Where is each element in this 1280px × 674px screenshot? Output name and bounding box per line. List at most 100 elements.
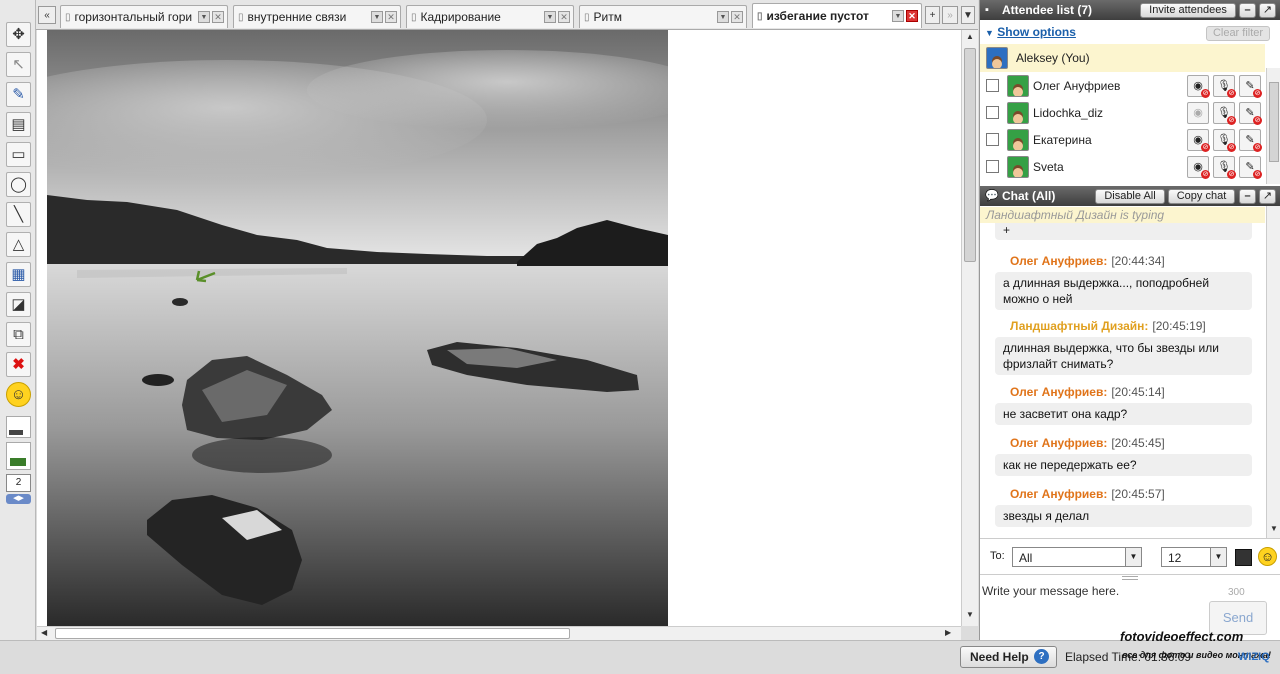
scroll-right-icon[interactable]: ▶ [945,628,955,639]
microphone-icon[interactable]: 🎙 ⊘ [1213,74,1236,98]
tab-close-icon[interactable]: ✕ [558,11,570,23]
resize-grip-icon[interactable] [1122,576,1138,580]
status-bar: Need Help ? Elapsed Time: 01:36:09 fotov… [0,629,1280,674]
webcam-icon[interactable]: ◉ ⊘ [1187,74,1210,98]
tab-5-active[interactable]: ▯ избегание пустот ▼ ✕ [752,3,922,28]
canvas-vertical-scrollbar[interactable]: ▲ ▼ [961,30,978,626]
add-tab-button[interactable]: + [925,6,940,24]
attendee-scrollbar[interactable] [1266,68,1280,184]
attendee-panel: ▪ Attendee list (7) Invite attendees – ↗… [979,0,1280,186]
tab-close-icon[interactable]: ✕ [731,11,743,23]
attendee-row: Екатерина ◉ ⊘ 🎙 ⊘ ✎ ⊘ [980,126,1265,153]
attendee-checkbox[interactable] [986,79,999,92]
popout-icon[interactable]: ↗ [1259,3,1276,18]
pencil-tool-icon[interactable]: ✎ [6,82,31,107]
webcam-icon[interactable]: ◉ ⊘ [1187,128,1210,152]
invite-attendees-button[interactable]: Invite attendees [1140,3,1236,18]
tab-menu-icon[interactable]: ▼ [198,11,210,23]
tab-menu-icon[interactable]: ▼ [717,11,729,23]
microphone-icon[interactable]: 🎙 ⊘ [1213,155,1236,179]
tab-1[interactable]: ▯ горизонтальный гори ▼ ✕ [60,5,228,28]
tab-close-icon[interactable]: ✕ [212,11,224,23]
tab-2[interactable]: ▯ внутренние связи ▼ ✕ [233,5,401,28]
smiley-tool-icon[interactable]: ☺ [6,382,31,407]
move-tool-icon[interactable]: ✥ [6,22,31,47]
tab-menu-icon[interactable]: ▼ [371,11,383,23]
tab-close-icon[interactable]: ✕ [385,11,397,23]
message-time: [20:45:57] [1111,487,1165,501]
chat-panel: 💬 Chat (All) Disable All Copy chat – ↗ Л… [979,186,1280,640]
fill-color-icon[interactable] [6,416,31,438]
minimize-icon[interactable]: – [1239,3,1256,18]
tabs-list-button[interactable]: ▼ [961,6,975,24]
tab-4[interactable]: ▯ Ритм ▼ ✕ [579,5,747,28]
message-sender: Ландшафтный Дизайн: [1010,319,1149,333]
whiteboard-pen-icon[interactable]: ✎ ⊘ [1239,101,1262,125]
attendee-checkbox[interactable] [986,106,999,119]
scroll-down-icon[interactable]: ▼ [964,610,976,622]
line-width-value[interactable]: 2 [6,474,31,492]
tab-close-icon[interactable]: ✕ [906,10,918,22]
delete-tool-icon[interactable]: ✖ [6,352,31,377]
emoji-icon[interactable]: ☺ [1258,547,1277,566]
line-width-stepper[interactable]: ◀▶ [6,494,31,504]
stroke-color-icon[interactable] [6,442,31,470]
copy-chat-button[interactable]: Copy chat [1168,189,1235,204]
tabs-scroll-left-button[interactable]: « [38,6,56,24]
whiteboard-pen-icon[interactable]: ✎ ⊘ [1239,128,1262,152]
chat-title: Chat (All) [1002,189,1056,203]
attendee-checkbox[interactable] [986,160,999,173]
clear-filter-button[interactable]: Clear filter [1206,26,1270,41]
scroll-thumb-horizontal[interactable] [55,628,570,639]
chat-panel-header: 💬 Chat (All) Disable All Copy chat – ↗ [980,186,1280,206]
attendee-row: Lidochka_diz ◉ 🎙 ⊘ ✎ ⊘ [980,99,1265,126]
tab-menu-icon[interactable]: ▼ [892,10,904,22]
scroll-down-icon[interactable]: ▼ [1268,524,1280,536]
recipient-select[interactable]: All ▼ [1012,547,1142,567]
font-size-select[interactable]: 12 ▼ [1161,547,1227,567]
tab-3[interactable]: ▯ Кадрирование ▼ ✕ [406,5,574,28]
chat-message-text: + [995,223,1252,240]
whiteboard-pen-icon[interactable]: ✎ ⊘ [1239,155,1262,179]
avatar [1007,74,1029,97]
scroll-thumb[interactable] [1269,82,1279,162]
webcam-icon[interactable]: ◉ ⊘ [1187,155,1210,179]
message-input[interactable]: Write your message here. [982,584,1119,598]
show-options-link[interactable]: ▼ Show options [985,25,1076,39]
table-tool-icon[interactable]: ▦ [6,262,31,287]
message-time: [20:45:45] [1111,436,1165,450]
canvas-horizontal-scrollbar[interactable]: ◀ ▶ [37,626,961,640]
tabs-scroll-right-button[interactable]: » [942,6,958,24]
show-options-label: Show options [997,25,1076,39]
microphone-icon[interactable]: 🎙 ⊘ [1213,101,1236,125]
whiteboard-pen-icon[interactable]: ✎ ⊘ [1239,74,1262,98]
minimize-icon[interactable]: – [1239,189,1256,204]
text-tool-icon[interactable]: ▤ [6,112,31,137]
line-tool-icon[interactable]: ╲ [6,202,31,227]
text-color-picker[interactable] [1235,549,1252,566]
chat-message-text: а длинная выдержка..., поподробней можно… [995,272,1252,310]
attendee-name: Екатерина [1033,132,1092,147]
ellipse-tool-icon[interactable]: ◯ [6,172,31,197]
popout-icon[interactable]: ↗ [1259,189,1276,204]
microphone-icon[interactable]: 🎙 ⊘ [1213,128,1236,152]
pointer-tool-icon[interactable]: ↖ [6,52,31,77]
chat-options-bar: To: All ▼ 12 ▼ ☺ [980,538,1280,574]
disable-all-button[interactable]: Disable All [1095,189,1165,204]
tab-bar: « ▯ горизонтальный гори ▼ ✕ ▯ внутренние… [36,0,978,30]
triangle-tool-icon[interactable]: △ [6,232,31,257]
chat-bubble-icon: 💬 [985,190,999,202]
chat-scrollbar[interactable]: ▼ [1266,206,1280,538]
attendee-checkbox[interactable] [986,133,999,146]
webcam-icon[interactable]: ◉ [1187,101,1209,124]
attendee-list-title: Attendee list (7) [1002,3,1093,17]
scroll-up-icon[interactable]: ▲ [964,32,976,44]
to-label: To: [990,550,1005,562]
tab-menu-icon[interactable]: ▼ [544,11,556,23]
rectangle-tool-icon[interactable]: ▭ [6,142,31,167]
scroll-left-icon[interactable]: ◀ [41,628,51,639]
scroll-thumb[interactable] [964,48,976,262]
need-help-button[interactable]: Need Help ? [960,646,1057,668]
eraser-tool-icon[interactable]: ◪ [6,292,31,317]
layers-tool-icon[interactable]: ⧉ [6,322,31,347]
